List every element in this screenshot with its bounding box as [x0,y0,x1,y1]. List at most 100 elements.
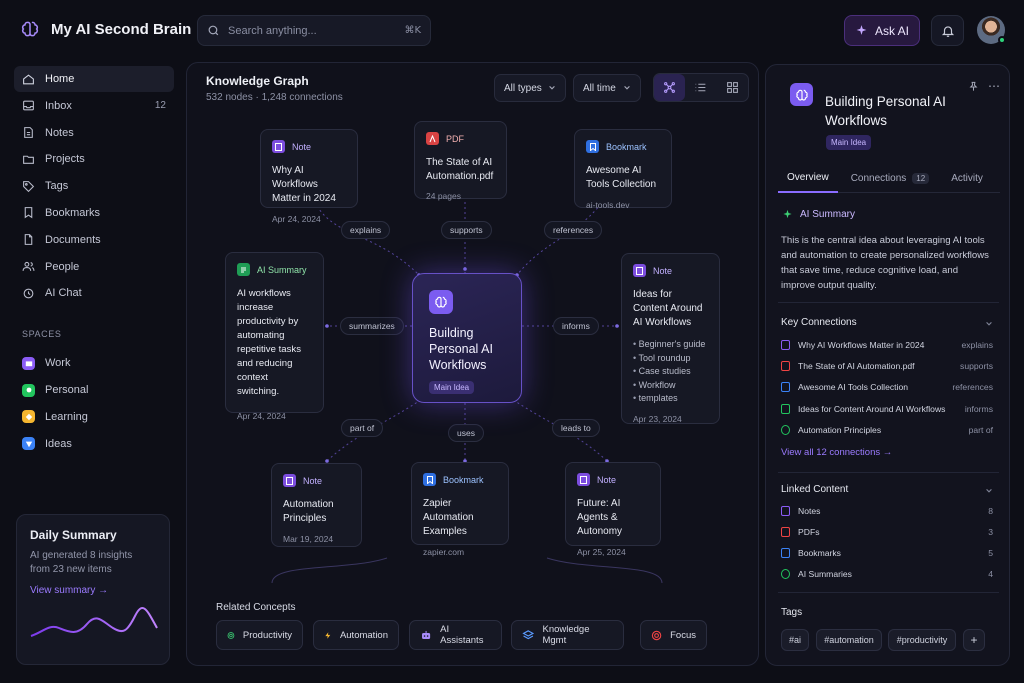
node-card-awesome-ai-tools[interactable]: Bookmark Awesome AI Tools Collection ai-… [574,129,672,210]
search-input[interactable] [228,24,397,37]
chevron-down-icon[interactable] [985,320,993,328]
connection-relation: references [952,382,993,392]
idea-icon [22,437,35,451]
card-type-label: AI Summary [257,264,307,275]
edge-label-summarizes: summarizes [340,317,404,335]
connection-row[interactable]: Automation Principles part of [781,423,993,437]
card-type: PDF [426,132,495,145]
sidebar-item-tags[interactable]: Tags [14,173,174,199]
pdf-icon [781,361,790,371]
avatar[interactable] [977,16,1006,44]
bookmark-icon [781,548,790,558]
chevron-down-icon[interactable] [985,487,993,495]
app-title: My AI Second Brain [51,20,192,38]
card-type-label: Note [597,474,617,485]
card-title: Future: AI Agents & Autonomy [577,498,623,537]
card-pages: 24 pages [426,191,461,201]
space-item-learning[interactable]: Learning [14,404,174,430]
space-item-personal[interactable]: Personal [14,377,174,403]
node-card-future-ai-agents[interactable]: Note Future: AI Agents & Autonomy Apr 25… [565,462,661,557]
pin-icon[interactable] [968,81,979,92]
bell-icon [941,25,954,37]
node-card-state-of-ai-pdf[interactable]: PDF The State of AI Automation.pdf 24 pa… [414,121,507,201]
briefcase-icon [22,356,35,370]
sidebar-item-label: Inbox [45,99,72,112]
node-card-zapier-examples[interactable]: Bookmark Zapier Automation Examples zapi… [411,462,509,557]
card-type: Note [272,140,346,153]
connection-label: Why AI Workflows Matter in 2024 [798,340,925,350]
note-icon [272,140,285,153]
chip-label: AI Assistants [440,624,484,646]
tags-title: Tags [781,607,803,618]
linked-row-bookmarks[interactable]: Bookmarks 5 [781,546,993,560]
ask-ai-button[interactable]: Ask AI [844,15,920,46]
connection-label: Ideas for Content Around AI Workflows [798,404,946,414]
concept-chip-ai-assistants[interactable]: AI Assistants [409,620,502,650]
sidebar-item-home[interactable]: Home [14,66,174,92]
search-box[interactable]: ⌘K [197,15,431,46]
card-type: Note [633,264,708,277]
linked-row-ai-summaries[interactable]: AI Summaries 4 [781,567,993,581]
card-type: Note [283,474,350,487]
tag-chip-productivity[interactable]: #productivity [888,629,956,651]
tag-chip-automation[interactable]: #automation [816,629,882,651]
card-date: Apr 23, 2024 [633,413,682,424]
sidebar-item-projects[interactable]: Projects [14,146,174,172]
tag-chip-ai[interactable]: #ai [781,629,809,651]
card-type-label: Bookmark [606,141,647,152]
node-card-content-ideas[interactable]: Note Ideas for Content Around AI Workflo… [621,253,720,424]
sidebar-item-people[interactable]: People [14,254,174,280]
space-item-work[interactable]: Work [14,350,174,376]
linked-count: 5 [988,548,993,558]
sidebar-item-documents[interactable]: Documents [14,227,174,253]
robot-icon [422,630,431,639]
card-title: Zapier Automation Examples [423,498,474,537]
node-card-automation-principles[interactable]: Note Automation Principles Mar 19, 2024 [271,463,362,547]
connection-row[interactable]: Ideas for Content Around AI Workflows in… [781,402,993,416]
sidebar-item-bookmarks[interactable]: Bookmarks [14,200,174,226]
connection-row[interactable]: Awesome AI Tools Collection references [781,380,993,394]
notifications-button[interactable] [931,15,964,46]
space-item-ideas[interactable]: Ideas [14,431,174,457]
daily-summary-title: Daily Summary [30,528,117,542]
view-summary-link[interactable]: View summary → [30,585,156,596]
add-tag-button[interactable]: + [963,629,985,651]
concept-chip-automation[interactable]: Automation [313,620,399,650]
linked-count: 3 [988,527,993,537]
concept-chip-focus[interactable]: Focus [640,620,707,650]
sidebar-item-ai-chat[interactable]: AI Chat [14,280,174,306]
space-label: Ideas [45,437,72,450]
divider [778,592,999,593]
tab-activity[interactable]: Activity [942,163,992,193]
ai-summary-label: AI Summary [800,209,856,220]
view-all-connections-link[interactable]: View all 12 connections → [781,447,892,458]
concept-chip-productivity[interactable]: Productivity [216,620,303,650]
search-icon [208,25,219,36]
edge-label-informs: informs [553,317,599,335]
brand[interactable]: My AI Second Brain [20,19,191,39]
linked-label: Bookmarks [798,548,841,558]
tab-overview[interactable]: Overview [778,163,838,193]
list-item: Beginner's guide [633,338,708,352]
sidebar-item-notes[interactable]: Notes [14,120,174,146]
central-node[interactable]: Building Personal AI Workflows Main Idea [412,273,522,403]
concept-chip-knowledge-mgmt[interactable]: Knowledge Mgmt [511,620,624,650]
note-icon [633,264,646,277]
lightbulb-icon [22,410,35,424]
focus-target-icon [651,630,662,640]
tab-connections[interactable]: Connections 12 [842,163,939,193]
node-card-ai-summary[interactable]: AI Summary AI workflows increase product… [225,252,324,421]
node-card-why-ai-workflows[interactable]: Note Why AI Workflows Matter in 2024 Apr… [260,129,358,224]
ai-summary-text: This is the central idea about leveragin… [781,235,989,291]
list-item: Case studies [633,365,708,379]
inbox-icon [23,100,34,111]
linked-row-notes[interactable]: Notes 8 [781,504,993,518]
connection-row[interactable]: The State of AI Automation.pdf supports [781,359,993,373]
more-options-icon[interactable]: ⋯ [988,79,1000,93]
connection-row[interactable]: Why AI Workflows Matter in 2024 explains [781,338,993,352]
sidebar-item-inbox[interactable]: Inbox 12 [14,93,174,119]
chip-label: Knowledge Mgmt [542,624,590,646]
linked-row-pdfs[interactable]: PDFs 3 [781,525,993,539]
card-type-label: Note [303,475,323,486]
card-type: Bookmark [586,140,660,153]
